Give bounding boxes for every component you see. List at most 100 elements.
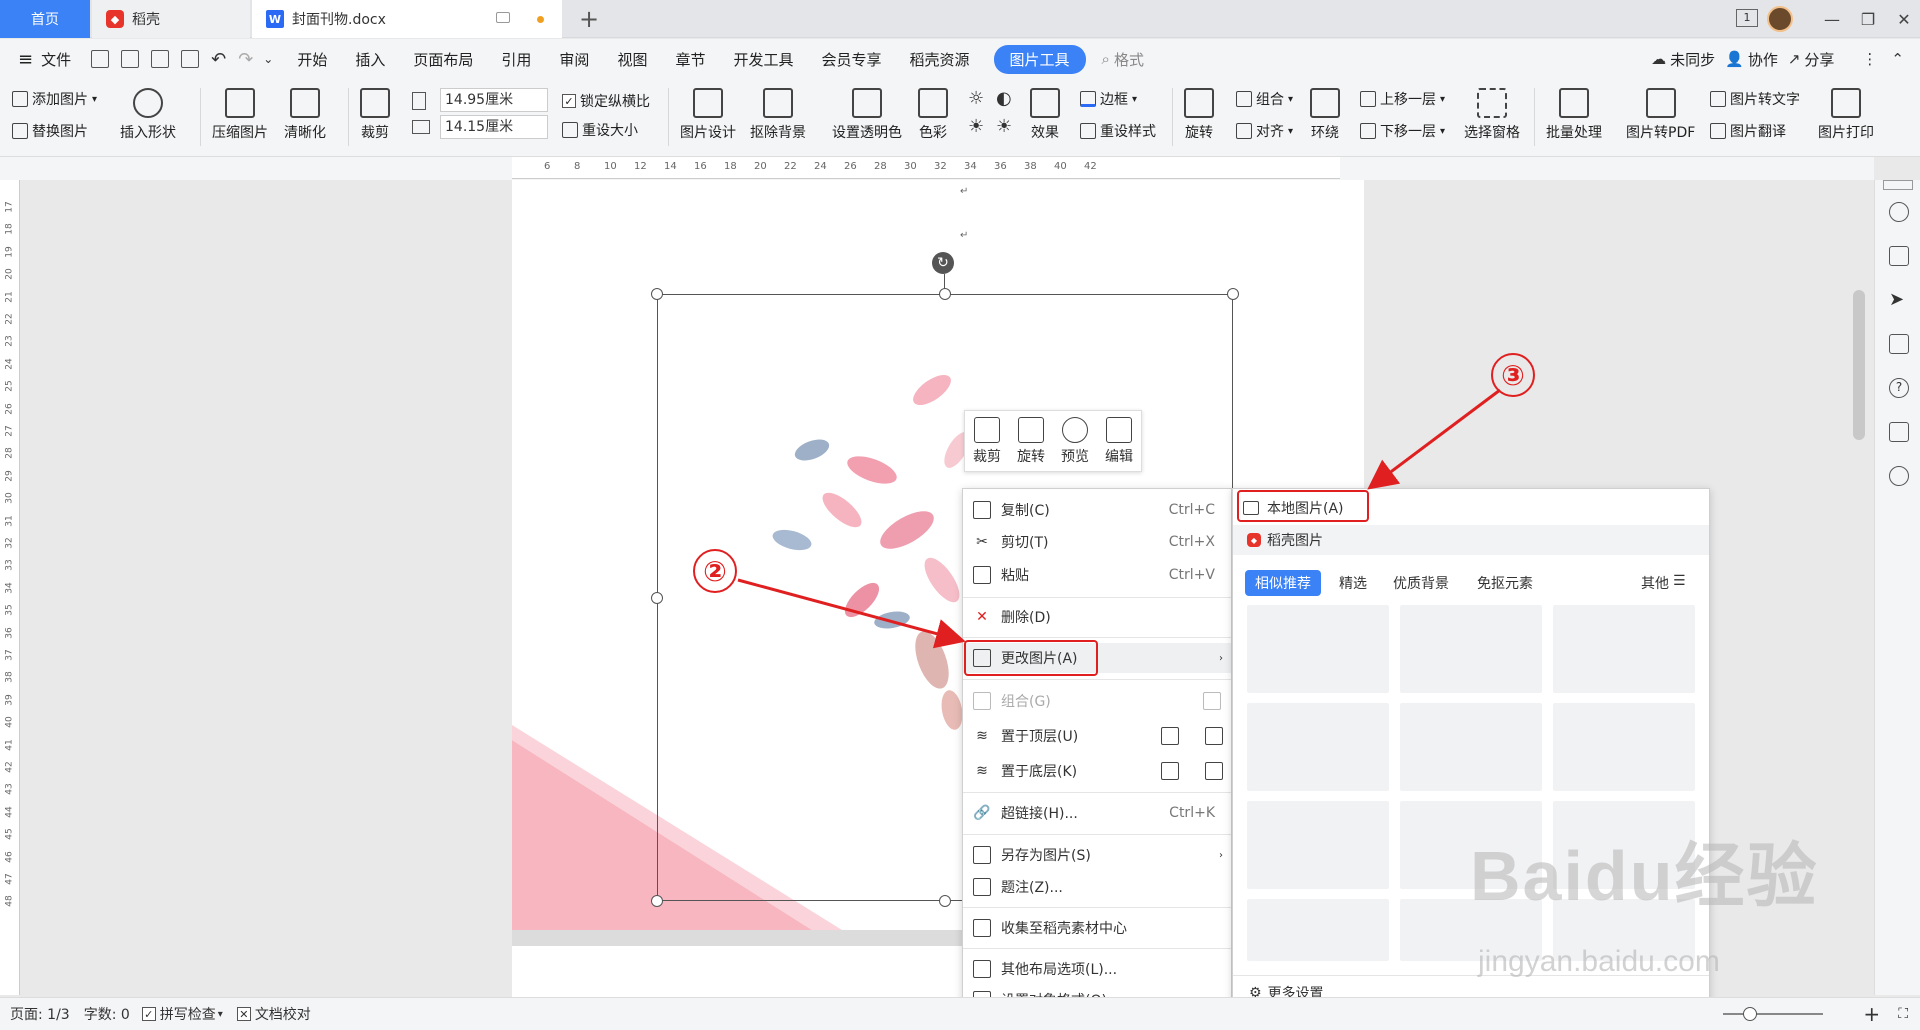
rotate-handle-icon[interactable]: ↻: [932, 252, 954, 274]
compress-image-button[interactable]: 压缩图片: [212, 88, 268, 142]
zoom-slider[interactable]: [1723, 1007, 1824, 1021]
zoom-in-icon[interactable]: +: [1863, 1002, 1880, 1026]
bring-front-quick-icon[interactable]: [1161, 727, 1179, 745]
redo-icon[interactable]: ↷: [238, 49, 253, 70]
menu-caption[interactable]: 题注(Z)...: [963, 872, 1231, 902]
vertical-scrollbar-thumb[interactable]: [1853, 290, 1865, 440]
fullscreen-icon[interactable]: ⛶: [1898, 1006, 1908, 1022]
image-thumbnail[interactable]: [1247, 605, 1389, 693]
sharpen-button[interactable]: 清晰化: [284, 88, 326, 142]
rocket-icon[interactable]: [1889, 202, 1909, 222]
image-thumbnail[interactable]: [1247, 899, 1389, 961]
image-to-text-button[interactable]: 图片转文字: [1710, 89, 1800, 109]
scroll-up-button[interactable]: [1883, 180, 1913, 190]
share-button[interactable]: 分享: [1804, 49, 1848, 70]
rotate-button[interactable]: 旋转: [1184, 88, 1214, 142]
export-icon[interactable]: [121, 50, 140, 68]
image-design-button[interactable]: 图片设计: [680, 88, 736, 142]
mini-preview-button[interactable]: 预览: [1061, 416, 1089, 466]
menu-review[interactable]: 审阅: [545, 49, 603, 70]
monitor-icon[interactable]: [496, 12, 510, 23]
mini-edit-button[interactable]: 编辑: [1105, 416, 1133, 466]
menu-bring-to-front[interactable]: ≋ 置于顶层(U): [963, 721, 1231, 751]
proofread-button[interactable]: 文档校对: [255, 1004, 311, 1024]
image-print-button[interactable]: 图片打印: [1818, 88, 1874, 142]
image-thumbnail[interactable]: [1400, 605, 1542, 693]
image-thumbnail[interactable]: [1247, 801, 1389, 889]
replace-image-button[interactable]: 替换图片: [12, 121, 88, 141]
resize-handle[interactable]: [651, 895, 663, 907]
menu-send-to-back[interactable]: ≋ 置于底层(K): [963, 756, 1231, 786]
menu-group[interactable]: 组合(G): [963, 686, 1231, 716]
undo-icon[interactable]: ↶: [211, 49, 226, 70]
chevron-down-icon[interactable]: ⌄: [263, 52, 273, 66]
menu-save-as-image[interactable]: 另存为图片(S) ›: [963, 840, 1231, 870]
file-menu[interactable]: ≡ 文件: [0, 49, 85, 70]
resize-handle[interactable]: [939, 288, 951, 300]
reset-style-button[interactable]: 重设样式: [1080, 121, 1156, 141]
help-icon[interactable]: ?: [1889, 378, 1909, 398]
image-thumbnail[interactable]: [1247, 703, 1389, 791]
submenu-tab-elements[interactable]: 免抠元素: [1477, 573, 1533, 593]
resize-handle[interactable]: [651, 288, 663, 300]
pen-icon[interactable]: [1889, 246, 1909, 266]
menu-hyperlink[interactable]: 🔗 超链接(H)... Ctrl+K: [963, 798, 1231, 828]
image-thumbnail[interactable]: [1400, 703, 1542, 791]
word-count[interactable]: 字数: 0: [84, 1004, 130, 1024]
menu-view[interactable]: 视图: [603, 49, 661, 70]
cursor-icon[interactable]: ➤: [1889, 290, 1909, 310]
menu-start[interactable]: 开始: [283, 49, 341, 70]
resize-handle[interactable]: [651, 592, 663, 604]
align-button[interactable]: 对齐 ▾: [1236, 121, 1293, 141]
border-button[interactable]: 边框 ▾: [1080, 89, 1137, 109]
width-input[interactable]: 14.95厘米: [440, 88, 548, 112]
mini-rotate-button[interactable]: 旋转: [1017, 416, 1045, 466]
menu-daoke-resources[interactable]: 稻壳资源: [896, 49, 984, 70]
submenu-other-button[interactable]: 其他 ☰: [1641, 573, 1686, 593]
lock-ratio-checkbox[interactable]: ✓ 锁定纵横比: [562, 91, 650, 111]
close-icon[interactable]: ✕: [1882, 0, 1920, 38]
color-button[interactable]: 色彩: [918, 88, 948, 142]
brightness-up-icon[interactable]: ☼: [968, 88, 984, 109]
set-transparent-button[interactable]: 设置透明色: [832, 88, 902, 142]
lightning-icon[interactable]: [1889, 466, 1909, 486]
collab-button[interactable]: 协作: [1748, 49, 1788, 70]
page-badge[interactable]: 1: [1736, 9, 1758, 27]
print-preview-icon[interactable]: [181, 50, 200, 68]
effect-button[interactable]: 效果: [1030, 88, 1060, 142]
menu-insert[interactable]: 插入: [341, 49, 399, 70]
page-indicator[interactable]: 页面: 1/3: [10, 1004, 70, 1024]
crop-button[interactable]: 裁剪: [360, 88, 390, 142]
menu-paste[interactable]: 粘贴 Ctrl+V: [963, 560, 1231, 590]
wrap-button[interactable]: 环绕: [1310, 88, 1340, 142]
search-icon[interactable]: ⌕: [1102, 50, 1110, 68]
menu-section[interactable]: 章节: [661, 49, 719, 70]
menu-delete[interactable]: ✕ 删除(D): [963, 602, 1231, 632]
image-to-pdf-button[interactable]: 图片转PDF: [1626, 88, 1695, 142]
submenu-tab-backgrounds[interactable]: 优质背景: [1393, 573, 1449, 593]
bring-forward-quick-icon[interactable]: [1205, 727, 1223, 745]
tab-document[interactable]: W 封面刊物.docx: [252, 0, 562, 38]
more-icon[interactable]: ⋮: [1862, 50, 1877, 68]
horizontal-ruler[interactable]: 6 8 10 12 14 16 18 20 22 24 26 28 30 32 34 36 38 40 42: [512, 157, 1340, 179]
remove-background-button[interactable]: 抠除背景: [750, 88, 806, 142]
menu-picture-tools[interactable]: 图片工具: [993, 44, 1086, 74]
add-image-button[interactable]: 添加图片 ▾: [12, 89, 97, 109]
image-translate-button[interactable]: 图片翻译: [1710, 121, 1786, 141]
brightness-down-icon[interactable]: ☀: [968, 116, 984, 137]
sliders-icon[interactable]: [1889, 334, 1909, 354]
insert-shape-button[interactable]: 插入形状: [120, 88, 176, 142]
menu-developer[interactable]: 开发工具: [719, 49, 807, 70]
contrast-down-icon[interactable]: ☀: [996, 116, 1012, 137]
vertical-ruler[interactable]: 17 18 19 20 21 22 23 24 25 26 27 28 29 30 31 32 33 34 35 36…: [0, 180, 20, 995]
send-backward-quick-icon[interactable]: [1205, 762, 1223, 780]
reset-size-button[interactable]: 重设大小: [562, 120, 638, 140]
image-thumbnail[interactable]: [1553, 605, 1695, 693]
mini-crop-button[interactable]: 裁剪: [973, 416, 1001, 466]
selection-pane-button[interactable]: 选择窗格: [1464, 88, 1520, 142]
sync-status[interactable]: 未同步: [1670, 49, 1725, 70]
zoom-slider-thumb[interactable]: [1743, 1007, 1758, 1021]
new-tab-button[interactable]: +: [574, 0, 604, 38]
submenu-tab-similar[interactable]: 相似推荐: [1245, 570, 1321, 596]
send-back-quick-icon[interactable]: [1161, 762, 1179, 780]
